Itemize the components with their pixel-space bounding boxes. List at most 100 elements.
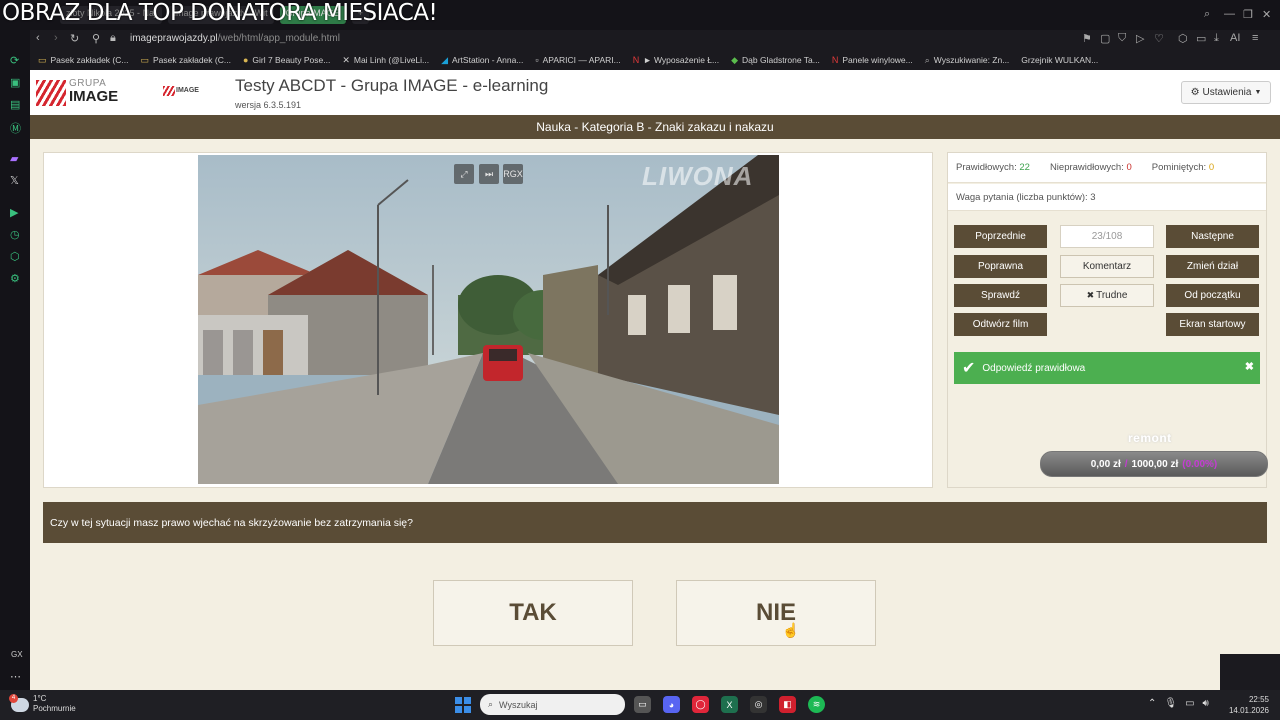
bookmark-label: ArtStation - Anna...: [452, 55, 524, 65]
shield-icon[interactable]: ⛉: [1118, 32, 1126, 45]
pin-icon[interactable]: ⚑: [1082, 32, 1092, 45]
heart-icon[interactable]: ♡: [1154, 32, 1164, 45]
chevron-up-icon[interactable]: ⌃: [1148, 698, 1156, 709]
bookmark-item[interactable]: ✕ Mai Linh (@LiveLi...: [338, 55, 437, 66]
address-bar: ‹ › ↻ ⚲ 🔒︎ imageprawojazdy.pl/web/html/a…: [30, 30, 1280, 50]
bookmark-label: Panele winylowe...: [842, 55, 913, 65]
donation-goal-label: remont: [1128, 431, 1172, 445]
forward-icon[interactable]: ›: [54, 32, 58, 44]
restore-icon[interactable]: ❐: [1243, 8, 1253, 21]
correct-answer-button[interactable]: Poprawna: [954, 255, 1047, 278]
extension-icon[interactable]: ⬡: [1178, 32, 1188, 45]
play-film-button[interactable]: Odtwórz film: [954, 313, 1047, 336]
hard-button[interactable]: ✖ Trudne: [1060, 284, 1154, 307]
player-icon[interactable]: ▶: [10, 206, 18, 219]
bookmark-item[interactable]: ▭ Pasek zakładek (C...: [136, 55, 238, 66]
next-button[interactable]: Następne: [1166, 225, 1259, 248]
bookmark-item[interactable]: N ► Wyposażenie Ł...: [629, 55, 727, 65]
previous-button[interactable]: Poprzednie: [954, 225, 1047, 248]
bookmark-item[interactable]: ● Girl 7 Beauty Pose...: [239, 55, 338, 65]
bookmark-item[interactable]: Grzejnik WULKAN...: [1017, 55, 1106, 65]
clock[interactable]: 22:55 14.01.2026: [1225, 694, 1269, 716]
settings-icon[interactable]: ⚲: [92, 32, 100, 45]
download-icon[interactable]: ⤓: [1214, 32, 1219, 45]
reload-icon[interactable]: ↻: [70, 32, 79, 45]
microphone-icon[interactable]: 🎙︎: [1164, 698, 1177, 709]
windows-start-icon[interactable]: [455, 697, 471, 713]
folder-icon: ▭: [38, 54, 47, 65]
close-icon: ✖: [1086, 290, 1095, 300]
bookmark-label: Pasek zakładek (C...: [152, 55, 231, 65]
gx-app-icon[interactable]: ◎: [750, 696, 767, 713]
bookmark-item[interactable]: N Panele winylowe...: [828, 55, 921, 65]
close-window-icon[interactable]: ✕: [1262, 8, 1271, 21]
bookmark-item[interactable]: ◢ ArtStation - Anna...: [437, 55, 531, 66]
search-tabs-icon[interactable]: ⌕: [1204, 8, 1210, 21]
change-section-button[interactable]: Zmień dział: [1166, 255, 1259, 278]
street-scene: [198, 155, 779, 484]
wallet-icon[interactable]: ▭: [1196, 32, 1206, 45]
minimize-icon[interactable]: —: [1224, 8, 1235, 20]
red-app-icon[interactable]: ◧: [779, 696, 796, 713]
play-icon[interactable]: ▷: [1136, 32, 1144, 45]
speaker-icon[interactable]: 🔊︎: [1203, 698, 1209, 709]
check-button[interactable]: Sprawdź: [954, 284, 1047, 307]
file-explorer-icon[interactable]: ▭: [634, 696, 651, 713]
extensions-icon[interactable]: ⬡: [10, 250, 20, 263]
bookmark-item[interactable]: ⌕ Wyszukiwanie: Zn...: [921, 55, 1018, 66]
snapshot-icon[interactable]: ▢: [1100, 32, 1110, 45]
question-weight: Waga pytania (liczba punktów): 3: [948, 184, 1266, 211]
bookmark-label: ► Wyposażenie Ł...: [643, 55, 720, 65]
history-icon[interactable]: ◷: [10, 228, 20, 241]
gx-corner-icon[interactable]: ▤: [10, 98, 20, 111]
weather-text: 1°C Pochmurnie: [33, 694, 76, 714]
taskbar-search[interactable]: ⌕ Wyszukaj: [480, 694, 625, 715]
skip-icon[interactable]: ⏭: [479, 164, 499, 184]
skipped-label: Pominiętych:: [1151, 162, 1207, 173]
rgx-button[interactable]: RGX: [503, 164, 523, 184]
donation-percent: (0.00%): [1182, 458, 1218, 470]
more-icon[interactable]: ⋯: [10, 670, 21, 683]
refresh-sidebar-icon[interactable]: ⟳: [10, 54, 19, 67]
discord-icon[interactable]: ◕: [663, 696, 680, 713]
display-icon[interactable]: ▭: [1185, 698, 1194, 709]
grupa-image-logo[interactable]: GRUPA IMAGE: [36, 78, 126, 108]
weather-widget[interactable]: 4 1°C Pochmurnie: [9, 694, 76, 714]
opera-gx-icon[interactable]: ◯: [692, 696, 709, 713]
settings-dropdown-button[interactable]: ⚙ Ustawienia ▼: [1181, 81, 1271, 104]
answer-no-button[interactable]: NIE: [676, 580, 876, 646]
comment-button[interactable]: Komentarz: [1060, 255, 1154, 278]
excel-icon[interactable]: X: [721, 696, 738, 713]
bookmark-label: Pasek zakładek (C...: [50, 55, 129, 65]
n-icon: N: [831, 55, 839, 65]
bookmark-item[interactable]: ▫ APARICI — APARI...: [531, 55, 628, 65]
settings-sidebar-icon[interactable]: ⚙: [10, 272, 20, 285]
donation-current: 0,00 zł: [1090, 458, 1121, 470]
back-icon[interactable]: ‹: [36, 32, 40, 44]
spotify-icon[interactable]: ≋: [808, 696, 825, 713]
x-icon[interactable]: 𝕏: [10, 174, 19, 187]
correct-count: 22: [1019, 162, 1030, 173]
question-video[interactable]: ⤢ ⏭ RGX LIWONA: [198, 155, 779, 484]
bookmark-label: Mai Linh (@LiveLi...: [353, 55, 430, 65]
from-start-button[interactable]: Od początku: [1166, 284, 1259, 307]
bookmark-item[interactable]: ▭ Pasek zakładek (C...: [34, 55, 136, 66]
bookmark-sidebar-icon[interactable]: ▣: [10, 76, 20, 89]
twitch-icon[interactable]: ▰: [10, 152, 18, 165]
bookmark-item[interactable]: ◆ Dąb Gladstrone Ta...: [727, 55, 828, 66]
url-field[interactable]: imageprawojazdy.pl/web/html/app_module.h…: [130, 33, 340, 44]
start-screen-button[interactable]: Ekran startowy: [1166, 313, 1259, 336]
answer-correct-alert: ✔ Odpowiedź prawidłowa ✖: [954, 352, 1260, 384]
close-alert-icon[interactable]: ✖: [1245, 360, 1254, 373]
bookmarks-bar: ▭ Pasek zakładek (C... ▭ Pasek zakładek (C…: [30, 50, 1280, 70]
menu-icon[interactable]: ≡: [1252, 32, 1258, 44]
settings-label: Ustawienia: [1202, 87, 1252, 98]
skipped-stat: Pominiętych: 0: [1152, 162, 1214, 173]
search-placeholder: Wyszukaj: [499, 699, 538, 710]
bookmark-label: Girl 7 Beauty Pose...: [252, 55, 331, 65]
fullscreen-icon[interactable]: ⤢: [454, 164, 474, 184]
ai-button[interactable]: AI: [1230, 32, 1240, 44]
donation-progress-bar: 0,00 zł / 1000,00 zł (0.00%): [1040, 451, 1268, 477]
m-app-icon[interactable]: Ⓜ: [10, 120, 21, 136]
answer-yes-button[interactable]: TAK: [433, 580, 633, 646]
